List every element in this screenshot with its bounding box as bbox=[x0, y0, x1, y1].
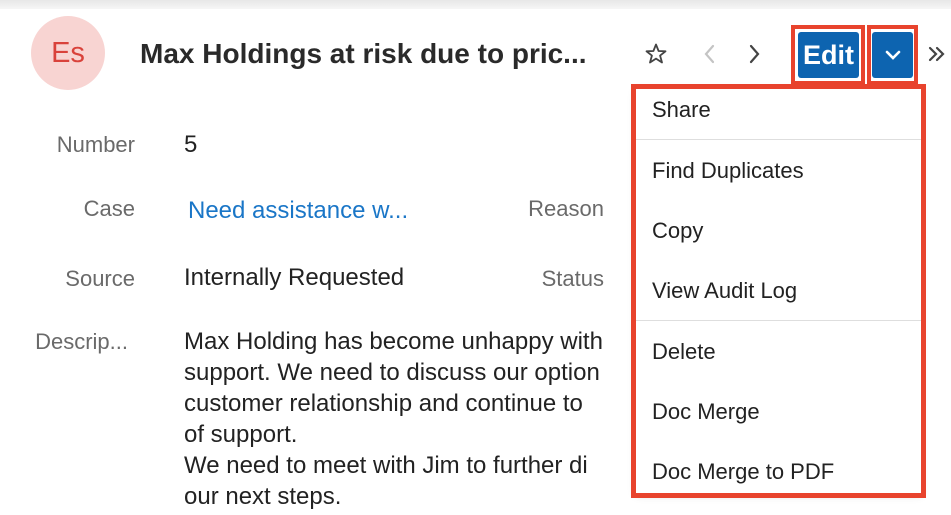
record-view: Es Max Holdings at risk due to pric... E… bbox=[0, 0, 951, 515]
case-link[interactable]: Need assistance w... bbox=[188, 197, 408, 225]
chevron-left-icon[interactable] bbox=[697, 40, 723, 68]
source-label: Source bbox=[65, 266, 135, 291]
menu-item-delete[interactable]: Delete bbox=[652, 339, 716, 365]
source-value: Internally Requested bbox=[184, 264, 405, 291]
number-value: 5 bbox=[184, 131, 198, 158]
description-text: Max Holding has become unhappy with supp… bbox=[184, 326, 644, 512]
actions-dropdown-button[interactable] bbox=[872, 32, 913, 78]
avatar: Es bbox=[31, 16, 105, 90]
record-title: Max Holdings at risk due to pric... bbox=[140, 38, 587, 69]
menu-item-doc-merge-to-pdf[interactable]: Doc Merge to PDF bbox=[652, 459, 834, 485]
menu-item-share[interactable]: Share bbox=[652, 97, 711, 123]
description-line: of support. bbox=[184, 421, 298, 448]
case-label: Case bbox=[83, 196, 135, 221]
chevron-right-icon[interactable] bbox=[741, 40, 767, 68]
menu-divider bbox=[636, 320, 921, 321]
menu-divider bbox=[636, 139, 921, 140]
menu-item-find-duplicates[interactable]: Find Duplicates bbox=[652, 158, 804, 184]
description-label: Descrip... bbox=[35, 329, 128, 354]
actions-menu: Share Find Duplicates Copy View Audit Lo… bbox=[636, 89, 921, 493]
top-shadow bbox=[0, 0, 951, 9]
star-icon[interactable] bbox=[643, 40, 669, 68]
description-line: customer relationship and continue to bbox=[184, 390, 583, 417]
chevron-down-icon bbox=[885, 50, 900, 60]
description-line: support. We need to discuss our option bbox=[184, 359, 600, 386]
status-label: Status bbox=[541, 266, 604, 291]
description-line: our next steps. bbox=[184, 483, 342, 510]
menu-item-view-audit-log[interactable]: View Audit Log bbox=[652, 278, 797, 304]
edit-button[interactable]: Edit bbox=[798, 32, 859, 78]
menu-item-copy[interactable]: Copy bbox=[652, 218, 703, 244]
number-label: Number bbox=[56, 132, 135, 157]
menu-item-doc-merge[interactable]: Doc Merge bbox=[652, 399, 760, 425]
double-chevron-right-icon[interactable] bbox=[924, 40, 950, 68]
description-line: We need to meet with Jim to further di bbox=[184, 452, 588, 479]
reason-label: Reason bbox=[528, 196, 604, 221]
description-line: Max Holding has become unhappy with bbox=[184, 328, 603, 355]
